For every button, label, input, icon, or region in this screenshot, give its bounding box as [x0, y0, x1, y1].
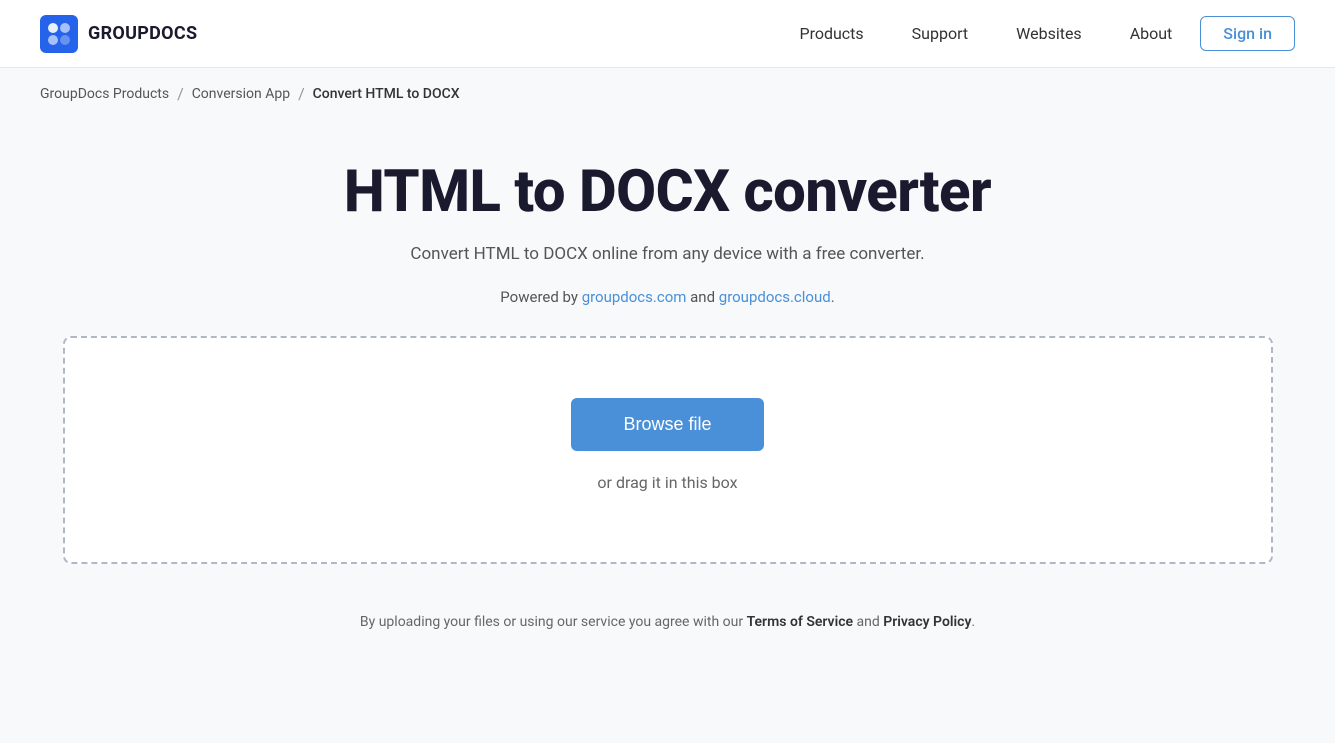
nav-support[interactable]: Support: [892, 16, 988, 51]
privacy-policy-link[interactable]: Privacy Policy: [883, 614, 971, 630]
breadcrumb-conversion-app[interactable]: Conversion App: [192, 86, 290, 102]
page-subtitle: Convert HTML to DOCX online from any dev…: [410, 244, 924, 264]
drop-zone[interactable]: Browse file or drag it in this box: [63, 336, 1273, 564]
logo-icon: [40, 15, 78, 53]
powered-by-and: and: [686, 288, 718, 306]
nav-about[interactable]: About: [1110, 16, 1193, 51]
main-nav: Products Support Websites About Sign in: [779, 16, 1295, 51]
breadcrumb-separator-1: /: [177, 84, 184, 103]
terms-of-service-link[interactable]: Terms of Service: [747, 614, 853, 630]
powered-by-suffix: .: [831, 288, 835, 306]
breadcrumb: GroupDocs Products / Conversion App / Co…: [0, 68, 1335, 119]
drag-text: or drag it in this box: [597, 473, 737, 492]
logo-text: GROUPDOCS: [88, 23, 197, 44]
footer-note: By uploading your files or using our ser…: [0, 594, 1335, 660]
sign-in-button[interactable]: Sign in: [1200, 16, 1295, 51]
breadcrumb-home[interactable]: GroupDocs Products: [40, 86, 169, 102]
breadcrumb-current: Convert HTML to DOCX: [313, 86, 460, 102]
header: GROUPDOCS Products Support Websites Abou…: [0, 0, 1335, 68]
groupdocs-cloud-link[interactable]: groupdocs.cloud: [719, 288, 831, 306]
footer-note-and: and: [853, 614, 883, 630]
main-content: HTML to DOCX converter Convert HTML to D…: [0, 119, 1335, 594]
powered-by-prefix: Powered by: [500, 288, 581, 306]
groupdocs-com-link[interactable]: groupdocs.com: [582, 288, 687, 306]
breadcrumb-separator-2: /: [298, 84, 305, 103]
footer-note-prefix: By uploading your files or using our ser…: [360, 614, 747, 630]
powered-by: Powered by groupdocs.com and groupdocs.c…: [500, 288, 834, 306]
footer-note-suffix: .: [971, 614, 975, 630]
nav-products[interactable]: Products: [779, 16, 883, 51]
logo-link[interactable]: GROUPDOCS: [40, 15, 197, 53]
page-title: HTML to DOCX converter: [344, 159, 991, 226]
browse-file-button[interactable]: Browse file: [571, 398, 763, 451]
nav-websites[interactable]: Websites: [996, 16, 1102, 51]
